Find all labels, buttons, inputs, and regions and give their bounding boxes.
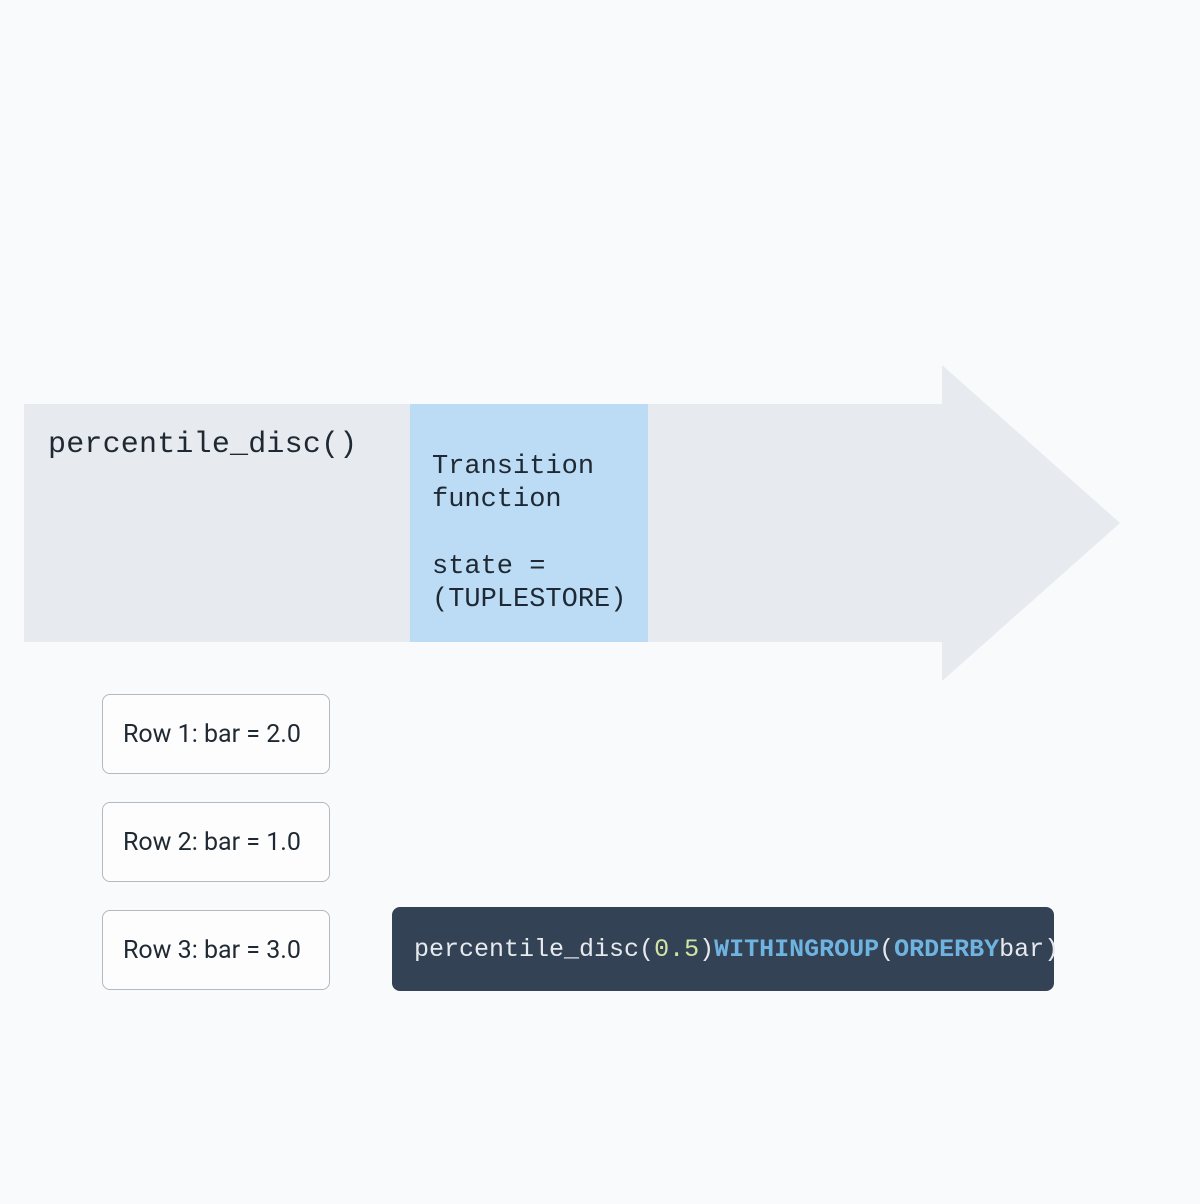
data-row: Row 3: bar = 3.0 bbox=[102, 910, 330, 990]
row-label: Row 2: bar = 1.0 bbox=[123, 828, 301, 857]
code-fn: percentile_disc bbox=[414, 935, 639, 964]
code-by: BY bbox=[969, 935, 999, 964]
transition-state-1: state = bbox=[432, 552, 626, 583]
code-arg: 0.5 bbox=[654, 935, 699, 964]
code-open2: ( bbox=[879, 935, 894, 964]
row-label: Row 1: bar = 2.0 bbox=[123, 720, 301, 749]
code-close: ) bbox=[699, 935, 714, 964]
arrow-head-icon bbox=[942, 365, 1120, 681]
code-group: GROUP bbox=[804, 935, 879, 964]
data-row: Row 1: bar = 2.0 bbox=[102, 694, 330, 774]
process-arrow: percentile_disc() Transition function st… bbox=[24, 404, 944, 642]
code-close2: ) bbox=[1044, 935, 1059, 964]
transition-state-2: (TUPLESTORE) bbox=[432, 585, 626, 616]
transition-line-1: Transition bbox=[432, 452, 626, 483]
code-open: ( bbox=[639, 935, 654, 964]
sql-expression: percentile_disc(0.5) WITHIN GROUP (ORDER… bbox=[392, 907, 1054, 991]
row-label: Row 3: bar = 3.0 bbox=[123, 936, 301, 965]
code-order: ORDER bbox=[894, 935, 969, 964]
code-within: WITHIN bbox=[714, 935, 804, 964]
function-title: percentile_disc() bbox=[48, 428, 357, 462]
code-ident: bar bbox=[999, 935, 1044, 964]
transition-line-2: function bbox=[432, 485, 626, 516]
data-row: Row 2: bar = 1.0 bbox=[102, 802, 330, 882]
transition-function-box: Transition function state = (TUPLESTORE) bbox=[410, 404, 648, 642]
